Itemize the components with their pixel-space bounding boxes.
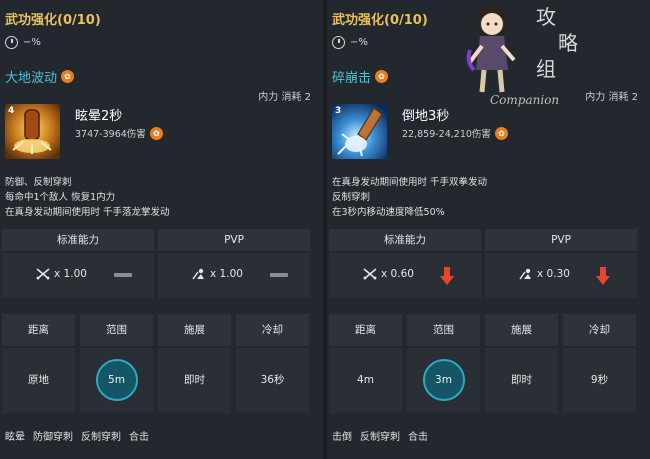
skill-name-text: 碎崩击: [332, 71, 372, 86]
range-circle: 5m: [95, 359, 138, 401]
skill-name: 大地波动 ✿: [5, 67, 75, 86]
calligraphy-glyph: 略: [558, 31, 578, 55]
desc-line: 在3秒内移动速度降低50%: [332, 207, 445, 218]
pvp-multiplier: x 0.30: [519, 268, 570, 280]
internal-power-cost: 内力 消耗 2: [585, 92, 638, 103]
damage-text: 22,859-24,210伤害: [402, 129, 491, 140]
clock-icon: [5, 36, 18, 49]
crossed-swords-icon: [36, 268, 50, 280]
calligraphy-char: 攻略组: [536, 5, 578, 81]
pvp-value: x 1.00: [158, 253, 310, 298]
skill-description: 在真身发动期间使用时 千手双拳发动 反制穿刺 在3秒内移动速度降低50%: [332, 175, 487, 220]
tag: 反制穿刺: [81, 432, 121, 443]
range-value-cell: 3m: [407, 348, 480, 413]
skill-tags: 击倒 反制穿刺 合击: [332, 428, 428, 443]
desc-line: 反制穿刺: [332, 192, 371, 203]
enhance-header: 武功强化(0/10): [332, 13, 428, 28]
skill-tags: 眩晕 防御穿刺 反制穿刺 合击: [5, 428, 149, 443]
paw-icon[interactable]: ✿: [375, 70, 389, 83]
neutral-dash-icon: [270, 273, 288, 277]
paw-icon[interactable]: ✿: [61, 70, 75, 83]
standard-multiplier: x 1.00: [36, 268, 87, 280]
pvp-value: x 0.30: [485, 253, 637, 298]
tag: 眩晕: [5, 432, 25, 443]
pvp-multiplier-value: x 1.00: [210, 268, 243, 280]
skill-icon[interactable]: 4: [5, 104, 60, 159]
distance-value: 原地: [2, 348, 75, 413]
skill-icon[interactable]: 3: [332, 104, 387, 159]
clock-icon: [332, 36, 345, 49]
effect-name: 眩晕2秒: [75, 109, 123, 124]
standard-multiplier-value: x 0.60: [381, 268, 414, 280]
damage-text: 3747-3964伤害: [75, 129, 146, 140]
skill-icon-number: 3: [335, 106, 342, 116]
calligraphy-glyph: 组: [536, 57, 556, 81]
range-header: 范围: [80, 314, 153, 346]
cast-value: 即时: [158, 348, 231, 413]
paw-icon[interactable]: ✿: [149, 126, 163, 140]
enhance-header: 武功强化(0/10): [5, 13, 101, 28]
skill-name-text: 大地波动: [5, 71, 58, 86]
range-value-cell: 5m: [80, 348, 153, 413]
standard-ability-header: 标准能力: [2, 229, 154, 251]
cooldown-header: 冷却: [236, 314, 309, 346]
standard-multiplier: x 0.60: [363, 268, 414, 280]
pvp-multiplier-value: x 0.30: [537, 268, 570, 280]
watermark-text: Companion: [490, 93, 559, 107]
cooldown-reduction: −%: [5, 36, 41, 49]
tag: 合击: [129, 432, 149, 443]
cast-value: 即时: [485, 348, 558, 413]
companion-watermark: 攻略组 Companion: [466, 4, 578, 107]
down-arrow-icon: [440, 267, 454, 285]
cooldown-value-cell: 36秒: [236, 348, 309, 413]
range-circle: 3m: [422, 359, 465, 401]
effect-name: 倒地3秒: [402, 109, 450, 124]
cooldown-reduction: −%: [332, 36, 368, 49]
tag: 反制穿刺: [360, 432, 400, 443]
cast-header: 施展: [485, 314, 558, 346]
internal-power-cost: 内力 消耗 2: [258, 92, 311, 103]
pvp-multiplier: x 1.00: [192, 268, 243, 280]
neutral-dash-icon: [114, 273, 132, 277]
cooldown-value: −%: [23, 37, 41, 48]
standard-ability-value: x 1.00: [2, 253, 154, 298]
cooldown-value-cell: 9秒: [563, 348, 636, 413]
cooldown-header: 冷却: [563, 314, 636, 346]
calligraphy-glyph: 攻: [536, 5, 556, 29]
cast-header: 施展: [158, 314, 231, 346]
pvp-header: PVP: [158, 229, 310, 251]
distance-value: 4m: [329, 348, 402, 413]
skill-name: 碎崩击 ✿: [332, 67, 389, 86]
standard-ability-header: 标准能力: [329, 229, 481, 251]
desc-line: 在真身发动期间使用时 千手落龙掌发动: [5, 207, 170, 218]
skill-icon-number: 4: [8, 106, 15, 116]
down-arrow-icon: [596, 267, 610, 285]
damage-range: 22,859-24,210伤害 ✿: [402, 126, 508, 140]
desc-line: 在真身发动期间使用时 千手双拳发动: [332, 177, 488, 188]
paw-icon[interactable]: ✿: [494, 126, 508, 140]
desc-line: 防御、反制穿刺: [5, 177, 72, 188]
tag: 击倒: [332, 432, 352, 443]
distance-header: 距离: [329, 314, 402, 346]
pvp-person-icon: [519, 268, 531, 280]
desc-line: 每命中1个敌人 恢复1内力: [5, 192, 116, 203]
standard-ability-value: x 0.60: [329, 253, 481, 298]
pvp-header: PVP: [485, 229, 637, 251]
skill-description: 防御、反制穿刺 每命中1个敌人 恢复1内力 在真身发动期间使用时 千手落龙掌发动: [5, 175, 170, 220]
skill-panel-left: 武功强化(0/10) −% 大地波动 ✿ 内力 消耗 2 4 眩晕2秒 3747…: [0, 0, 323, 459]
damage-range: 3747-3964伤害 ✿: [75, 126, 163, 140]
tag: 合击: [408, 432, 428, 443]
distance-header: 距离: [2, 314, 75, 346]
crossed-swords-icon: [363, 268, 377, 280]
tag: 防御穿刺: [33, 432, 73, 443]
cooldown-value: −%: [350, 37, 368, 48]
pvp-person-icon: [192, 268, 204, 280]
range-header: 范围: [407, 314, 480, 346]
standard-multiplier-value: x 1.00: [54, 268, 87, 280]
